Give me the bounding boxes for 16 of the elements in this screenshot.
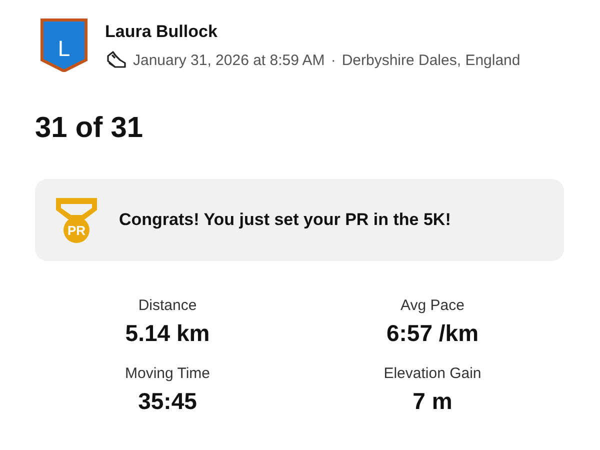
stat-label: Elevation Gain [384,365,482,382]
athlete-name[interactable]: Laura Bullock [105,22,520,42]
activity-title: 31 of 31 [35,112,143,145]
shoe-icon [105,50,127,70]
avatar-badge: L [40,18,88,72]
activity-datetime: January 31, 2026 at 8:59 AM [133,52,325,68]
stat-value: 5.14 km [125,320,210,347]
stat-label: Avg Pace [400,297,464,314]
stat-value: 6:57 /km [386,320,479,347]
separator-dot: · [330,52,336,68]
stat-value: 7 m [412,388,452,415]
stat-value: 35:45 [138,388,197,415]
achievement-message: Congrats! You just set your PR in the 5K! [119,210,451,230]
stat-label: Distance [138,297,197,314]
activity-location: Derbyshire Dales, England [342,52,520,68]
stat-label: Moving Time [124,365,210,382]
